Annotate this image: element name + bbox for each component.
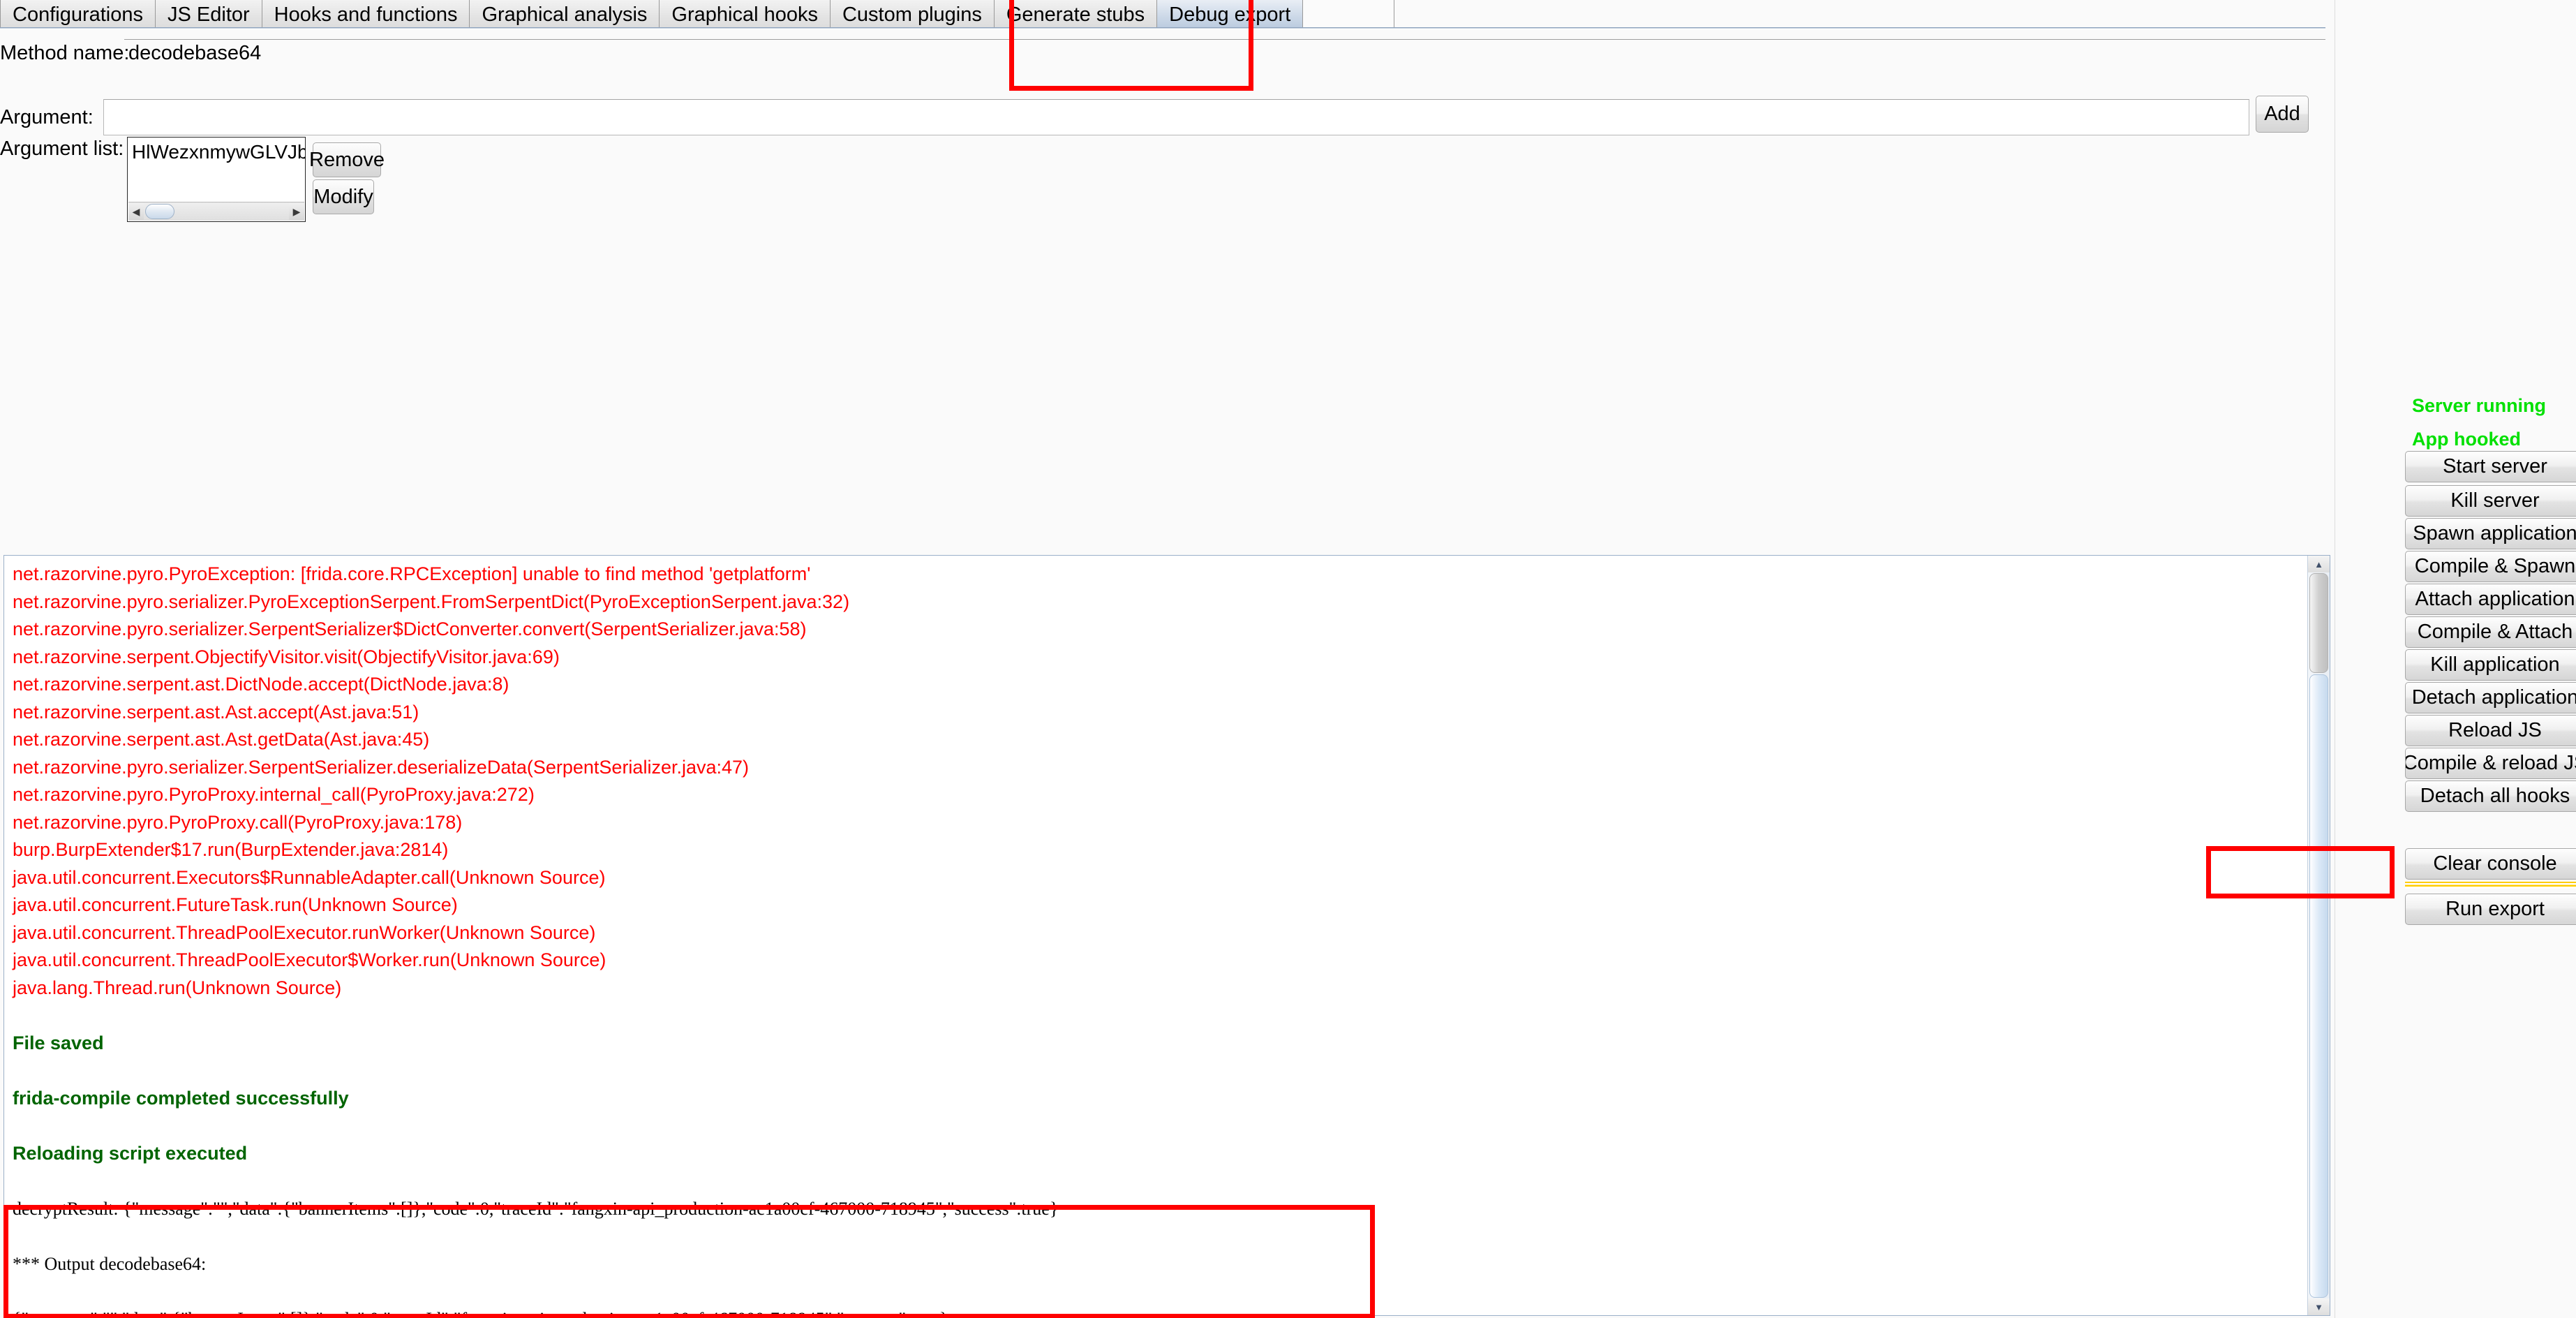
console-line: java.util.concurrent.FutureTask.run(Unkn… bbox=[13, 894, 458, 915]
console-line: net.razorvine.pyro.serializer.SerpentSer… bbox=[13, 756, 750, 778]
console-line: {"message":"","data":{"bannerItems":[]},… bbox=[13, 1305, 2307, 1316]
console-line: Reloading script executed bbox=[13, 1142, 248, 1164]
reload-js-button[interactable]: Reload JS bbox=[2405, 715, 2576, 746]
tab-bar-filler bbox=[1302, 0, 1395, 29]
console-line: net.razorvine.pyro.PyroException: [frida… bbox=[13, 563, 811, 584]
console-line: decryptResult: {"message":"","data":{"ba… bbox=[13, 1198, 1059, 1219]
console-line: net.razorvine.pyro.PyroProxy.internal_ca… bbox=[13, 784, 535, 805]
run-export-button[interactable]: Run export bbox=[2405, 894, 2576, 925]
tab-configurations[interactable]: Configurations bbox=[0, 0, 156, 29]
clear-console-button[interactable]: Clear console bbox=[2405, 848, 2576, 880]
compile-and-reload-js-button[interactable]: Compile & reload JS bbox=[2405, 748, 2576, 779]
tab-graphical-hooks[interactable]: Graphical hooks bbox=[660, 0, 831, 29]
tab-hooks-and-functions[interactable]: Hooks and functions bbox=[262, 0, 470, 29]
status-badge-server-running: Server running bbox=[2412, 395, 2547, 416]
console-line: net.razorvine.serpent.ObjectifyVisitor.v… bbox=[13, 646, 560, 667]
console-line: net.razorvine.pyro.PyroProxy.call(PyroPr… bbox=[13, 811, 463, 833]
kill-server-button[interactable]: Kill server bbox=[2405, 485, 2576, 517]
attach-application-button[interactable]: Attach application bbox=[2405, 584, 2576, 615]
argument-label: Argument: bbox=[0, 105, 94, 128]
console-line: java.util.concurrent.Executors$RunnableA… bbox=[13, 866, 606, 888]
method-name-row: Method name: decodebase64 bbox=[0, 39, 2325, 67]
console-line: net.razorvine.serpent.ast.DictNode.accep… bbox=[13, 674, 509, 695]
console-scroll-thumb[interactable] bbox=[2309, 573, 2328, 673]
console-line: java.lang.Thread.run(Unknown Source) bbox=[13, 977, 342, 998]
argument-input[interactable] bbox=[103, 99, 2249, 135]
control-panel: Server running App hooked Start server Ki… bbox=[2335, 0, 2576, 1318]
argument-list-scroll-thumb[interactable] bbox=[145, 204, 174, 219]
modify-argument-button[interactable]: Modify bbox=[313, 179, 374, 214]
compile-and-attach-button[interactable]: Compile & Attach bbox=[2405, 616, 2576, 648]
tab-custom-plugins[interactable]: Custom plugins bbox=[830, 0, 995, 29]
argument-list-horizontal-scrollbar[interactable]: ◀ ▶ bbox=[128, 202, 304, 221]
debug-export-form: Method name: decodebase64 Argument: Add … bbox=[0, 31, 2325, 222]
console-line: burp.BurpExtender$17.run(BurpExtender.ja… bbox=[13, 839, 449, 860]
remove-argument-button[interactable]: Remove bbox=[309, 142, 385, 177]
console-line: *** Output decodebase64: bbox=[13, 1253, 207, 1274]
tab-graphical-analysis[interactable]: Graphical analysis bbox=[470, 0, 660, 29]
console-line: java.util.concurrent.ThreadPoolExecutor$… bbox=[13, 949, 606, 970]
app-window: Configurations JS Editor Hooks and funct… bbox=[0, 0, 2576, 1318]
argument-list-label: Argument list: bbox=[0, 138, 124, 160]
scroll-right-arrow-icon[interactable]: ▶ bbox=[289, 203, 304, 220]
panel-separator bbox=[2405, 882, 2576, 889]
tab-bar-tail bbox=[1394, 0, 2325, 29]
tab-debug-export[interactable]: Debug export bbox=[1157, 0, 1304, 29]
console-line: File saved bbox=[13, 1032, 104, 1053]
tab-bar: Configurations JS Editor Hooks and funct… bbox=[0, 0, 2325, 29]
detach-application-button[interactable]: Detach application bbox=[2405, 682, 2576, 713]
console-line: frida-compile completed successfully bbox=[13, 1087, 349, 1109]
argument-list-scroll-track[interactable] bbox=[144, 203, 289, 220]
add-argument-button[interactable]: Add bbox=[2256, 96, 2309, 133]
method-name-input[interactable]: decodebase64 bbox=[124, 39, 2325, 67]
kill-application-button[interactable]: Kill application bbox=[2405, 649, 2576, 681]
console-line: net.razorvine.pyro.serializer.PyroExcept… bbox=[13, 591, 850, 612]
argument-list-row: Argument list: bbox=[0, 139, 126, 159]
console-vertical-scrollbar[interactable]: ▲ ▼ bbox=[2307, 556, 2330, 1315]
console-line: net.razorvine.pyro.serializer.SerpentSer… bbox=[13, 619, 807, 639]
start-server-button[interactable]: Start server bbox=[2405, 451, 2576, 482]
scroll-down-arrow-icon[interactable]: ▼ bbox=[2308, 1298, 2330, 1315]
console-line: net.razorvine.serpent.ast.Ast.getData(As… bbox=[13, 729, 430, 750]
console-panel: net.razorvine.pyro.PyroException: [frida… bbox=[3, 555, 2330, 1316]
method-name-label: Method name: bbox=[0, 41, 130, 64]
console-line: net.razorvine.serpent.ast.Ast.accept(Ast… bbox=[13, 701, 419, 723]
console-output[interactable]: net.razorvine.pyro.PyroException: [frida… bbox=[4, 556, 2307, 1315]
scroll-up-arrow-icon[interactable]: ▲ bbox=[2308, 556, 2330, 572]
list-item[interactable]: HlWezxnmywGLVJb bbox=[128, 138, 305, 163]
spawn-application-button[interactable]: Spawn application bbox=[2405, 518, 2576, 549]
scroll-left-arrow-icon[interactable]: ◀ bbox=[128, 203, 144, 220]
console-scroll-track[interactable] bbox=[2309, 674, 2328, 1298]
argument-list-box[interactable]: HlWezxnmywGLVJb ◀ ▶ bbox=[127, 137, 306, 222]
tab-generate-stubs[interactable]: Generate stubs bbox=[994, 0, 1158, 29]
detach-all-hooks-button[interactable]: Detach all hooks bbox=[2405, 780, 2576, 812]
tab-js-editor[interactable]: JS Editor bbox=[156, 0, 262, 29]
console-line: java.util.concurrent.ThreadPoolExecutor.… bbox=[13, 921, 596, 943]
compile-and-spawn-button[interactable]: Compile & Spawn bbox=[2405, 551, 2576, 582]
status-badge-app-hooked: App hooked bbox=[2412, 429, 2521, 450]
argument-row: Argument: bbox=[0, 99, 2249, 135]
